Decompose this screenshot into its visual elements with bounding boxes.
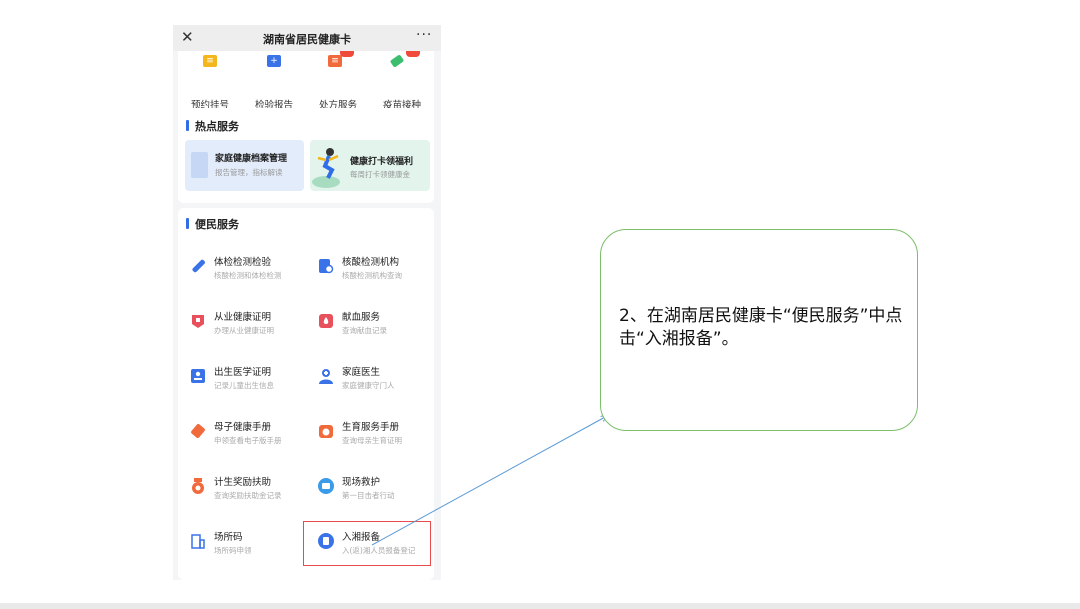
callout-text: 2、在湖南居民健康卡“便民服务”中点击“入湘报备”。 xyxy=(619,306,903,349)
callout-bubble: 2、在湖南居民健康卡“便民服务”中点击“入湘报备”。 xyxy=(600,229,918,431)
callout-arrow xyxy=(371,0,1080,546)
